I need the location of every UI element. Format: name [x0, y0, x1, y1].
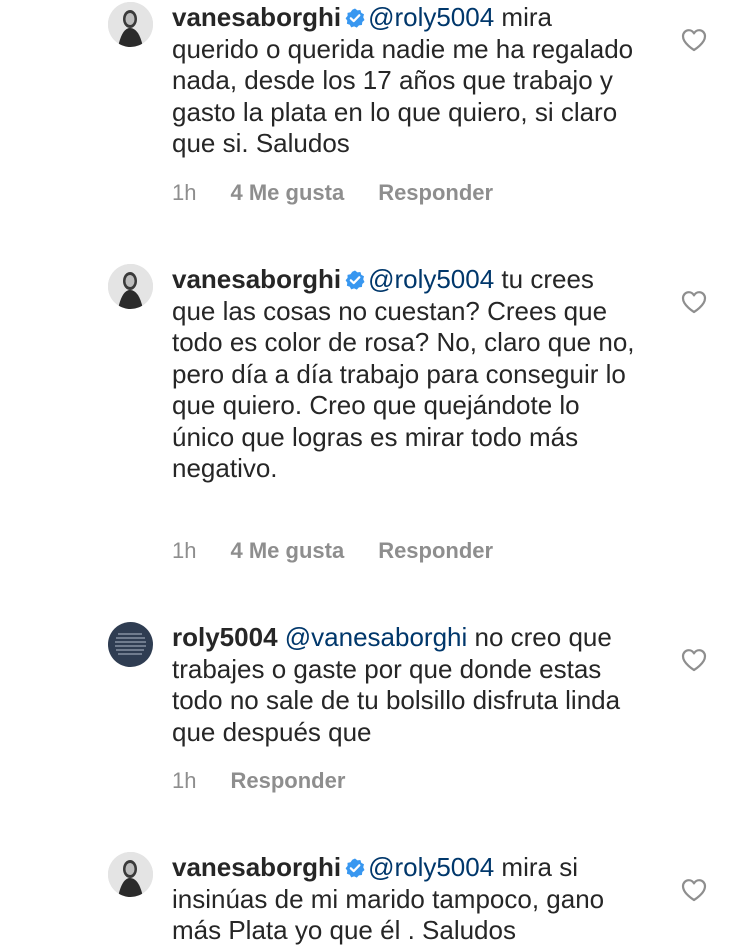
heart-outline-icon[interactable]	[681, 290, 707, 314]
comment-meta: 1h 4 Me gusta Responder	[172, 180, 493, 206]
verified-badge-icon	[345, 858, 365, 878]
heart-outline-icon[interactable]	[681, 648, 707, 672]
username-link[interactable]: vanesaborghi	[172, 264, 341, 294]
mention-link[interactable]: @roly5004	[368, 2, 494, 32]
username-link[interactable]: vanesaborghi	[172, 2, 341, 32]
mention-link[interactable]: @vanesaborghi	[285, 622, 468, 652]
verified-badge-icon	[345, 270, 365, 290]
mention-link[interactable]: @roly5004	[368, 852, 494, 882]
reply-button[interactable]: Responder	[378, 538, 493, 564]
avatar[interactable]	[108, 852, 153, 897]
comment-body: vanesaborghi @roly5004 mira si insinúas d…	[172, 852, 642, 947]
timestamp[interactable]: 1h	[172, 538, 196, 564]
comment-meta: 1h Responder	[172, 768, 345, 794]
timestamp[interactable]: 1h	[172, 768, 196, 794]
avatar[interactable]	[108, 622, 153, 667]
comment-meta: 1h 4 Me gusta Responder	[172, 538, 493, 564]
heart-outline-icon[interactable]	[681, 878, 707, 902]
timestamp[interactable]: 1h	[172, 180, 196, 206]
likes-count[interactable]: 4 Me gusta	[230, 180, 344, 206]
comment-body: roly5004 @vanesaborghi no creo que traba…	[172, 622, 642, 748]
heart-outline-icon[interactable]	[681, 28, 707, 52]
username-link[interactable]: roly5004	[172, 622, 278, 652]
reply-button[interactable]: Responder	[378, 180, 493, 206]
comment-text: tu crees que las cosas no cuestan? Crees…	[172, 264, 635, 483]
comment-body: vanesaborghi @roly5004 tu crees que las c…	[172, 264, 642, 485]
reply-button[interactable]: Responder	[230, 768, 345, 794]
avatar[interactable]	[108, 264, 153, 309]
likes-count[interactable]: 4 Me gusta	[230, 538, 344, 564]
verified-badge-icon	[345, 8, 365, 28]
comment-body: vanesaborghi @roly5004 mira querido o que…	[172, 2, 642, 160]
mention-link[interactable]: @roly5004	[368, 264, 494, 294]
avatar[interactable]	[108, 2, 153, 47]
username-link[interactable]: vanesaborghi	[172, 852, 341, 882]
